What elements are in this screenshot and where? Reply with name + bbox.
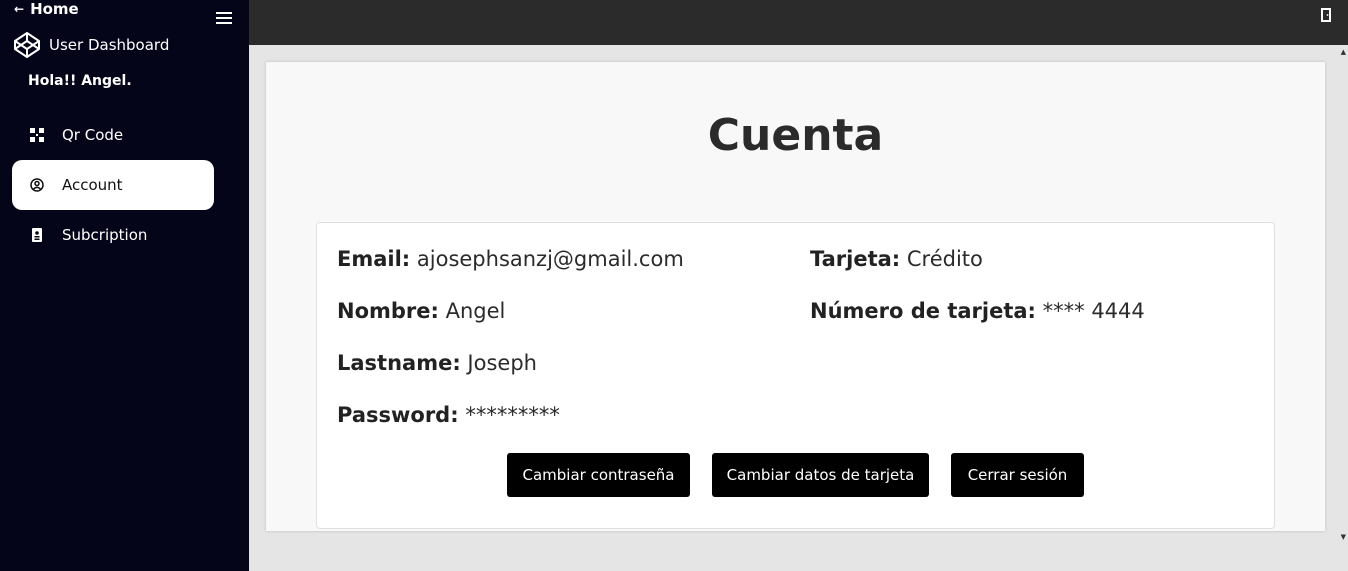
sidebar-item-subcription[interactable]: Subcription (12, 210, 214, 260)
lastname-value: Joseph (467, 351, 537, 375)
top-bar (249, 0, 1348, 45)
greeting-text: Hola!! Angel. (28, 73, 132, 89)
sidebar-item-account[interactable]: Account (12, 160, 214, 210)
home-link[interactable]: ← Home (14, 0, 79, 18)
password-field: Password: ********* (337, 403, 560, 427)
lastname-label: Lastname: (337, 351, 461, 375)
nombre-field: Nombre: Angel (337, 299, 505, 323)
change-card-button[interactable]: Cambiar datos de tarjeta (712, 453, 929, 497)
brand[interactable]: User Dashboard (13, 31, 169, 59)
sidebar-item-label: Qr Code (62, 126, 124, 144)
numero-tarjeta-field: Número de tarjeta: **** 4444 (810, 299, 1145, 323)
logout-button[interactable]: Cerrar sesión (951, 453, 1084, 497)
tarjeta-value: Crédito (906, 247, 983, 271)
email-field: Email: ajosephsanzj@gmail.com (337, 247, 684, 271)
page-title: Cuenta (707, 110, 884, 161)
logout-door-icon[interactable] (1320, 8, 1332, 22)
codepen-logo-icon (14, 32, 40, 58)
back-arrow-icon: ← (14, 2, 25, 16)
email-value: ajosephsanzj@gmail.com (416, 247, 684, 271)
brand-label: User Dashboard (49, 36, 170, 54)
subscription-card-icon (30, 228, 44, 242)
sidebar-item-label: Subcription (62, 226, 148, 244)
nombre-value: Angel (445, 299, 506, 323)
sidebar-item-qr-code[interactable]: Qr Code (12, 110, 214, 160)
numero-tarjeta-value: **** 4444 (1042, 299, 1145, 323)
change-password-button[interactable]: Cambiar contraseña (507, 453, 690, 497)
password-label: Password: (337, 403, 459, 427)
scrollbar[interactable] (1338, 45, 1348, 571)
qr-code-icon (30, 128, 44, 142)
email-label: Email: (337, 247, 411, 271)
scroll-down-icon[interactable]: ▼ (1341, 533, 1346, 541)
lastname-field: Lastname: Joseph (337, 351, 537, 375)
tarjeta-label: Tarjeta: (810, 247, 901, 271)
password-value: ********* (465, 403, 560, 427)
home-label: Home (30, 0, 79, 18)
nombre-label: Nombre: (337, 299, 439, 323)
sidebar-item-label: Account (62, 176, 123, 194)
scroll-up-icon[interactable]: ▲ (1341, 48, 1346, 56)
user-circle-icon (30, 178, 44, 192)
numero-tarjeta-label: Número de tarjeta: (810, 299, 1036, 323)
hamburger-menu-icon[interactable] (216, 12, 232, 26)
sidebar: ← Home User Dashboard Hola!! Angel. Qr C… (0, 0, 249, 571)
tarjeta-field: Tarjeta: Crédito (810, 247, 983, 271)
